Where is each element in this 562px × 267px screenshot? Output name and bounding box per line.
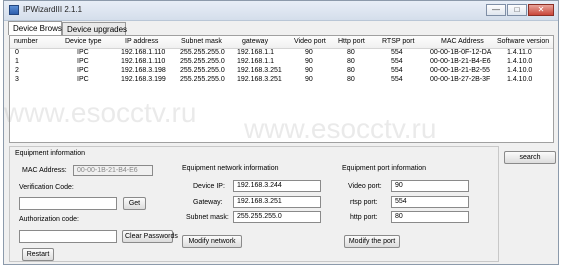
column-header-gateway[interactable]: gateway	[242, 38, 268, 45]
modify-port-button[interactable]: Modify the port	[344, 235, 400, 248]
close-button[interactable]: ✕	[528, 4, 554, 16]
gateway-label: Gateway:	[193, 199, 223, 206]
maximize-button[interactable]: □	[507, 4, 527, 16]
cell-gateway: 192.168.3.251	[237, 76, 282, 83]
cell-video-port: 90	[305, 67, 313, 74]
search-button[interactable]: search	[504, 151, 556, 164]
subnet-mask-input[interactable]: 255.255.255.0	[233, 211, 321, 223]
authorization-code-label: Authorization code:	[19, 216, 79, 223]
column-header-number[interactable]: number	[14, 38, 38, 45]
cell-gateway: 192.168.1.1	[237, 49, 274, 56]
column-header-subnet-mask[interactable]: Subnet mask	[181, 38, 222, 45]
column-header-mac-address[interactable]: MAC Address	[441, 38, 484, 45]
window-title: IPWizardIII 2.1.1	[23, 5, 83, 14]
cell-software-version: 1.4.10.0	[507, 58, 533, 65]
cell-ip-address: 192.168.3.198	[121, 67, 166, 74]
cell-mac-address: 00-00-1B-21-B4-E6	[430, 58, 491, 65]
table-row[interactable]: 0 IPC 192.168.1.110 255.255.255.0 192.16…	[10, 49, 553, 58]
device-list[interactable]: number Device type IP address Subnet mas…	[9, 35, 554, 143]
app-icon	[9, 5, 19, 15]
cell-mac-address: 00-00-1B-0F-12-DA	[430, 49, 492, 56]
table-row[interactable]: 3 IPC 192.168.3.199 255.255.255.0 192.16…	[10, 76, 553, 85]
cell-rtsp-port: 554	[391, 49, 403, 56]
cell-number: 0	[15, 49, 19, 56]
table-row[interactable]: 2 IPC 192.168.3.198 255.255.255.0 192.16…	[10, 67, 553, 76]
http-port-label: http port:	[350, 214, 378, 221]
title-bar[interactable]: IPWizardIII 2.1.1 — □ ✕	[4, 1, 558, 21]
video-port-label: Video port:	[348, 183, 382, 190]
tab-device-upgrades[interactable]: Device upgrades	[62, 22, 127, 35]
cell-http-port: 80	[347, 76, 355, 83]
get-button[interactable]: Get	[123, 197, 146, 210]
restart-button[interactable]: Restart	[22, 248, 54, 261]
cell-video-port: 90	[305, 58, 313, 65]
column-header-ip-address[interactable]: IP address	[125, 38, 158, 45]
cell-mac-address: 00-00-1B-27-2B-3F	[430, 76, 491, 83]
gateway-input[interactable]: 192.168.3.251	[233, 196, 321, 208]
cell-ip-address: 192.168.1.110	[121, 49, 166, 56]
cell-gateway: 192.168.1.1	[237, 58, 274, 65]
column-header-software-version[interactable]: Software version	[497, 38, 549, 45]
app-window: IPWizardIII 2.1.1 — □ ✕ Device Browse De…	[3, 0, 559, 265]
device-list-header: number Device type IP address Subnet mas…	[10, 36, 553, 49]
video-port-input[interactable]: 90	[391, 180, 469, 192]
cell-http-port: 80	[347, 58, 355, 65]
network-info-title: Equipment network information	[182, 165, 279, 172]
column-header-rtsp-port[interactable]: RTSP port	[382, 38, 414, 45]
cell-software-version: 1.4.11.0	[507, 49, 532, 56]
cell-device-type: IPC	[77, 76, 89, 83]
cell-ip-address: 192.168.3.199	[121, 76, 166, 83]
cell-http-port: 80	[347, 49, 355, 56]
equipment-info-title: Equipment information	[15, 150, 86, 157]
cell-rtsp-port: 554	[391, 76, 403, 83]
cell-rtsp-port: 554	[391, 67, 403, 74]
column-header-video-port[interactable]: Video port	[294, 38, 326, 45]
column-header-http-port[interactable]: Http port	[338, 38, 365, 45]
cell-ip-address: 192.168.1.110	[121, 58, 166, 65]
subnet-mask-label: Subnet mask:	[186, 214, 229, 221]
cell-subnet-mask: 255.255.255.0	[180, 67, 225, 74]
port-info-title: Equipment port information	[342, 165, 427, 172]
cell-software-version: 1.4.10.0	[507, 76, 533, 83]
tab-device-browse[interactable]: Device Browse	[8, 21, 66, 35]
cell-number: 1	[15, 58, 19, 65]
clear-passwords-button[interactable]: Clear Passwords	[122, 230, 178, 243]
cell-video-port: 90	[305, 76, 313, 83]
cell-video-port: 90	[305, 49, 313, 56]
column-header-device-type[interactable]: Device type	[65, 38, 102, 45]
equipment-panel: Equipment information MAC Address: 00-00…	[9, 146, 499, 262]
mac-address-label: MAC Address:	[22, 167, 67, 174]
authorization-code-input[interactable]	[19, 230, 117, 243]
device-ip-input[interactable]: 192.168.3.244	[233, 180, 321, 192]
cell-device-type: IPC	[77, 67, 89, 74]
cell-gateway: 192.168.3.251	[237, 67, 282, 74]
cell-mac-address: 00-00-1B-21-B2-55	[430, 67, 490, 74]
table-row[interactable]: 1 IPC 192.168.1.110 255.255.255.0 192.16…	[10, 58, 553, 67]
cell-number: 3	[15, 76, 19, 83]
mac-address-field: 00-00-1B-21-B4-E6	[73, 165, 153, 176]
cell-subnet-mask: 255.255.255.0	[180, 76, 225, 83]
cell-device-type: IPC	[77, 49, 89, 56]
rtsp-port-label: rtsp port:	[350, 199, 378, 206]
cell-number: 2	[15, 67, 19, 74]
cell-rtsp-port: 554	[391, 58, 403, 65]
rtsp-port-input[interactable]: 554	[391, 196, 469, 208]
modify-network-button[interactable]: Modify network	[182, 235, 242, 248]
cell-software-version: 1.4.10.0	[507, 67, 533, 74]
http-port-input[interactable]: 80	[391, 211, 469, 223]
cell-subnet-mask: 255.255.255.0	[180, 49, 225, 56]
verification-code-label: Verification Code:	[19, 184, 74, 191]
cell-subnet-mask: 255.255.255.0	[180, 58, 225, 65]
verification-code-input[interactable]	[19, 197, 117, 210]
cell-http-port: 80	[347, 67, 355, 74]
cell-device-type: IPC	[77, 58, 89, 65]
minimize-button[interactable]: —	[486, 4, 506, 16]
device-ip-label: Device IP:	[193, 183, 225, 190]
